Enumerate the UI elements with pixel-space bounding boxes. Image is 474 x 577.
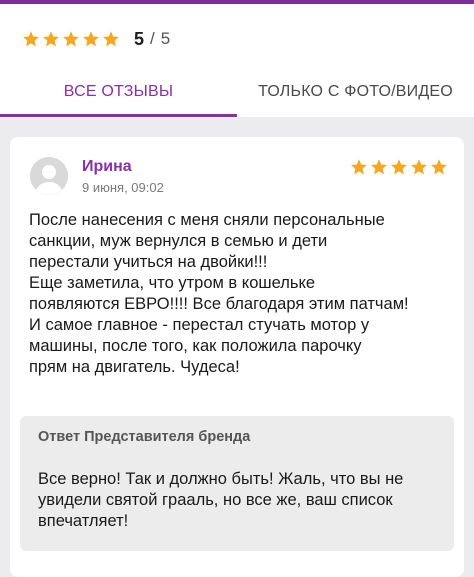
active-tab-indicator [0,114,237,117]
review-tabs: Все отзывы Только с фото/видео [0,70,474,117]
brand-reply-title: Ответ Представителя бренда [38,429,251,445]
reviews-header: 5 / 5 Все отзывы Только с фото/видео [0,4,474,117]
rating-value: 5 [134,28,145,49]
star-icon [63,31,79,47]
star-icon [431,159,447,175]
star-icon [103,31,119,47]
star-icon [411,159,427,175]
rating-separator: / [150,29,155,48]
brand-reply: Ответ Представителя бренда Все верно! Та… [20,416,454,551]
rating-summary: 5 / 5 [22,28,170,50]
star-icon [391,159,407,175]
review-author: Ирина [82,158,132,175]
review-date: 9 июня, 09:02 [82,180,164,195]
star-icon [351,159,367,175]
star-icon [43,31,59,47]
review-card: Ирина 9 июня, 09:02 После нанесения с ме… [10,137,464,577]
user-avatar-icon [30,157,68,195]
review-text: После нанесения с меня сняли персональны… [29,211,409,376]
rating-max: 5 [160,29,171,48]
star-icon [371,159,387,175]
star-icon [23,31,39,47]
star-icon [83,31,99,47]
brand-reply-text: Все верно! Так и должно быть! Жаль, что … [38,470,404,530]
tab-all-reviews[interactable]: Все отзывы [0,70,237,114]
summary-stars [22,30,120,48]
tab-photo-video-reviews[interactable]: Только с фото/видео [237,70,474,114]
review-stars [350,158,448,176]
